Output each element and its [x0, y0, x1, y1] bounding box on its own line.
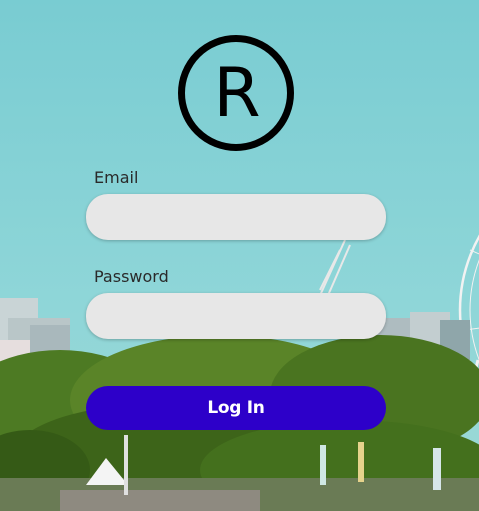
email-label: Email: [94, 168, 139, 187]
email-field[interactable]: [86, 194, 386, 240]
logo-letter: R: [213, 54, 261, 133]
registered-icon: R: [178, 35, 294, 151]
password-label: Password: [94, 267, 169, 286]
login-button[interactable]: Log In: [86, 386, 386, 430]
password-field[interactable]: [86, 293, 386, 339]
